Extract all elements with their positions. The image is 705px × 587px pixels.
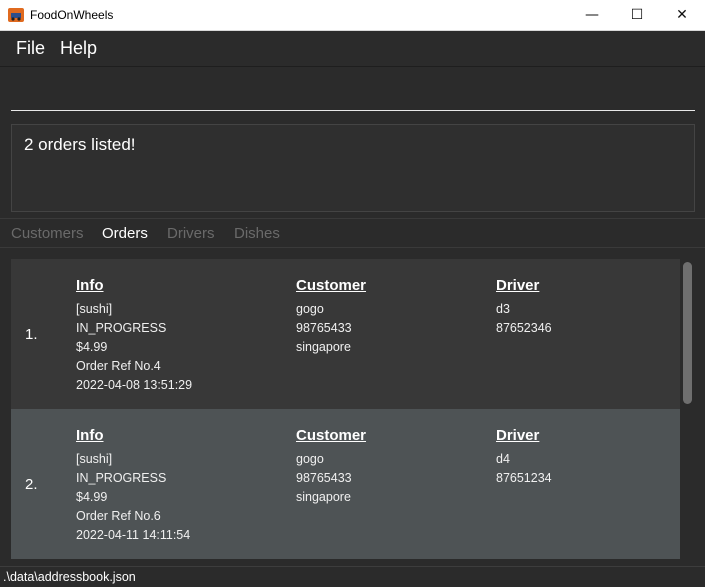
status-bar: .\data\addressbook.json [0,566,705,587]
order-dishes: [sushi] [76,302,113,316]
info-header: Info [76,277,104,294]
info-header: Info [76,427,104,444]
order-card[interactable]: 1. Info [sushi] IN_PROGRESS $4.99 Order … [11,259,680,409]
order-datetime: 2022-04-11 14:11:54 [76,528,191,542]
order-info-column: Info [sushi] IN_PROGRESS $4.99 Order Ref… [76,427,190,545]
customer-header: Customer [296,427,367,444]
save-location-path: .\data\addressbook.json [3,570,136,584]
tab-drivers[interactable]: Drivers [167,225,215,242]
tab-bar: Customers Orders Drivers Dishes [0,218,705,248]
driver-header: Driver [496,277,540,294]
driver-phone: 87651234 [496,471,552,485]
result-message: 2 orders listed! [24,135,136,154]
app-logo-icon [8,8,24,22]
order-customer-column: Customer gogo 98765433 singapore [296,277,366,357]
tab-dishes[interactable]: Dishes [234,225,280,242]
order-card[interactable]: 2. Info [sushi] IN_PROGRESS $4.99 Order … [11,409,680,559]
order-list: 1. Info [sushi] IN_PROGRESS $4.99 Order … [0,249,705,560]
driver-name: d3 [496,302,510,316]
order-dishes: [sushi] [76,452,113,466]
menu-bar: File Help [0,31,705,66]
order-customer-column: Customer gogo 98765433 singapore [296,427,366,507]
order-datetime: 2022-04-08 13:51:29 [76,378,193,392]
customer-name: gogo [296,452,324,466]
order-price: $4.99 [76,490,108,504]
tab-orders[interactable]: Orders [102,225,148,242]
result-display: 2 orders listed! [11,124,695,212]
order-ref: Order Ref No.4 [76,359,161,373]
close-icon: ✕ [676,7,688,23]
order-index: 1. [25,326,38,343]
customer-phone: 98765433 [296,321,352,335]
customer-address: singapore [296,490,351,504]
order-price: $4.99 [76,340,108,354]
order-driver-column: Driver d4 87651234 [496,427,552,488]
maximize-icon: ☐ [630,7,644,23]
window-title: FoodOnWheels [30,8,114,22]
window-title-bar: FoodOnWheels — ☐ ✕ [0,0,705,31]
maximize-button[interactable]: ☐ [614,0,660,30]
customer-phone: 98765433 [296,471,352,485]
driver-name: d4 [496,452,510,466]
order-ref: Order Ref No.6 [76,509,161,523]
customer-header: Customer [296,277,367,294]
order-status: IN_PROGRESS [76,321,167,335]
order-driver-column: Driver d3 87652346 [496,277,552,338]
close-button[interactable]: ✕ [659,0,705,30]
order-info-column: Info [sushi] IN_PROGRESS $4.99 Order Ref… [76,277,192,395]
menu-file[interactable]: File [16,38,45,59]
tab-customers[interactable]: Customers [11,225,84,242]
command-input[interactable] [11,82,695,111]
list-scrollbar-thumb[interactable] [683,262,692,404]
order-index: 2. [25,476,38,493]
driver-phone: 87652346 [496,321,552,335]
customer-address: singapore [296,340,351,354]
order-status: IN_PROGRESS [76,471,167,485]
minimize-button[interactable]: — [569,0,615,30]
minimize-icon: — [585,7,599,23]
driver-header: Driver [496,427,540,444]
customer-name: gogo [296,302,324,316]
menu-help[interactable]: Help [60,38,97,59]
